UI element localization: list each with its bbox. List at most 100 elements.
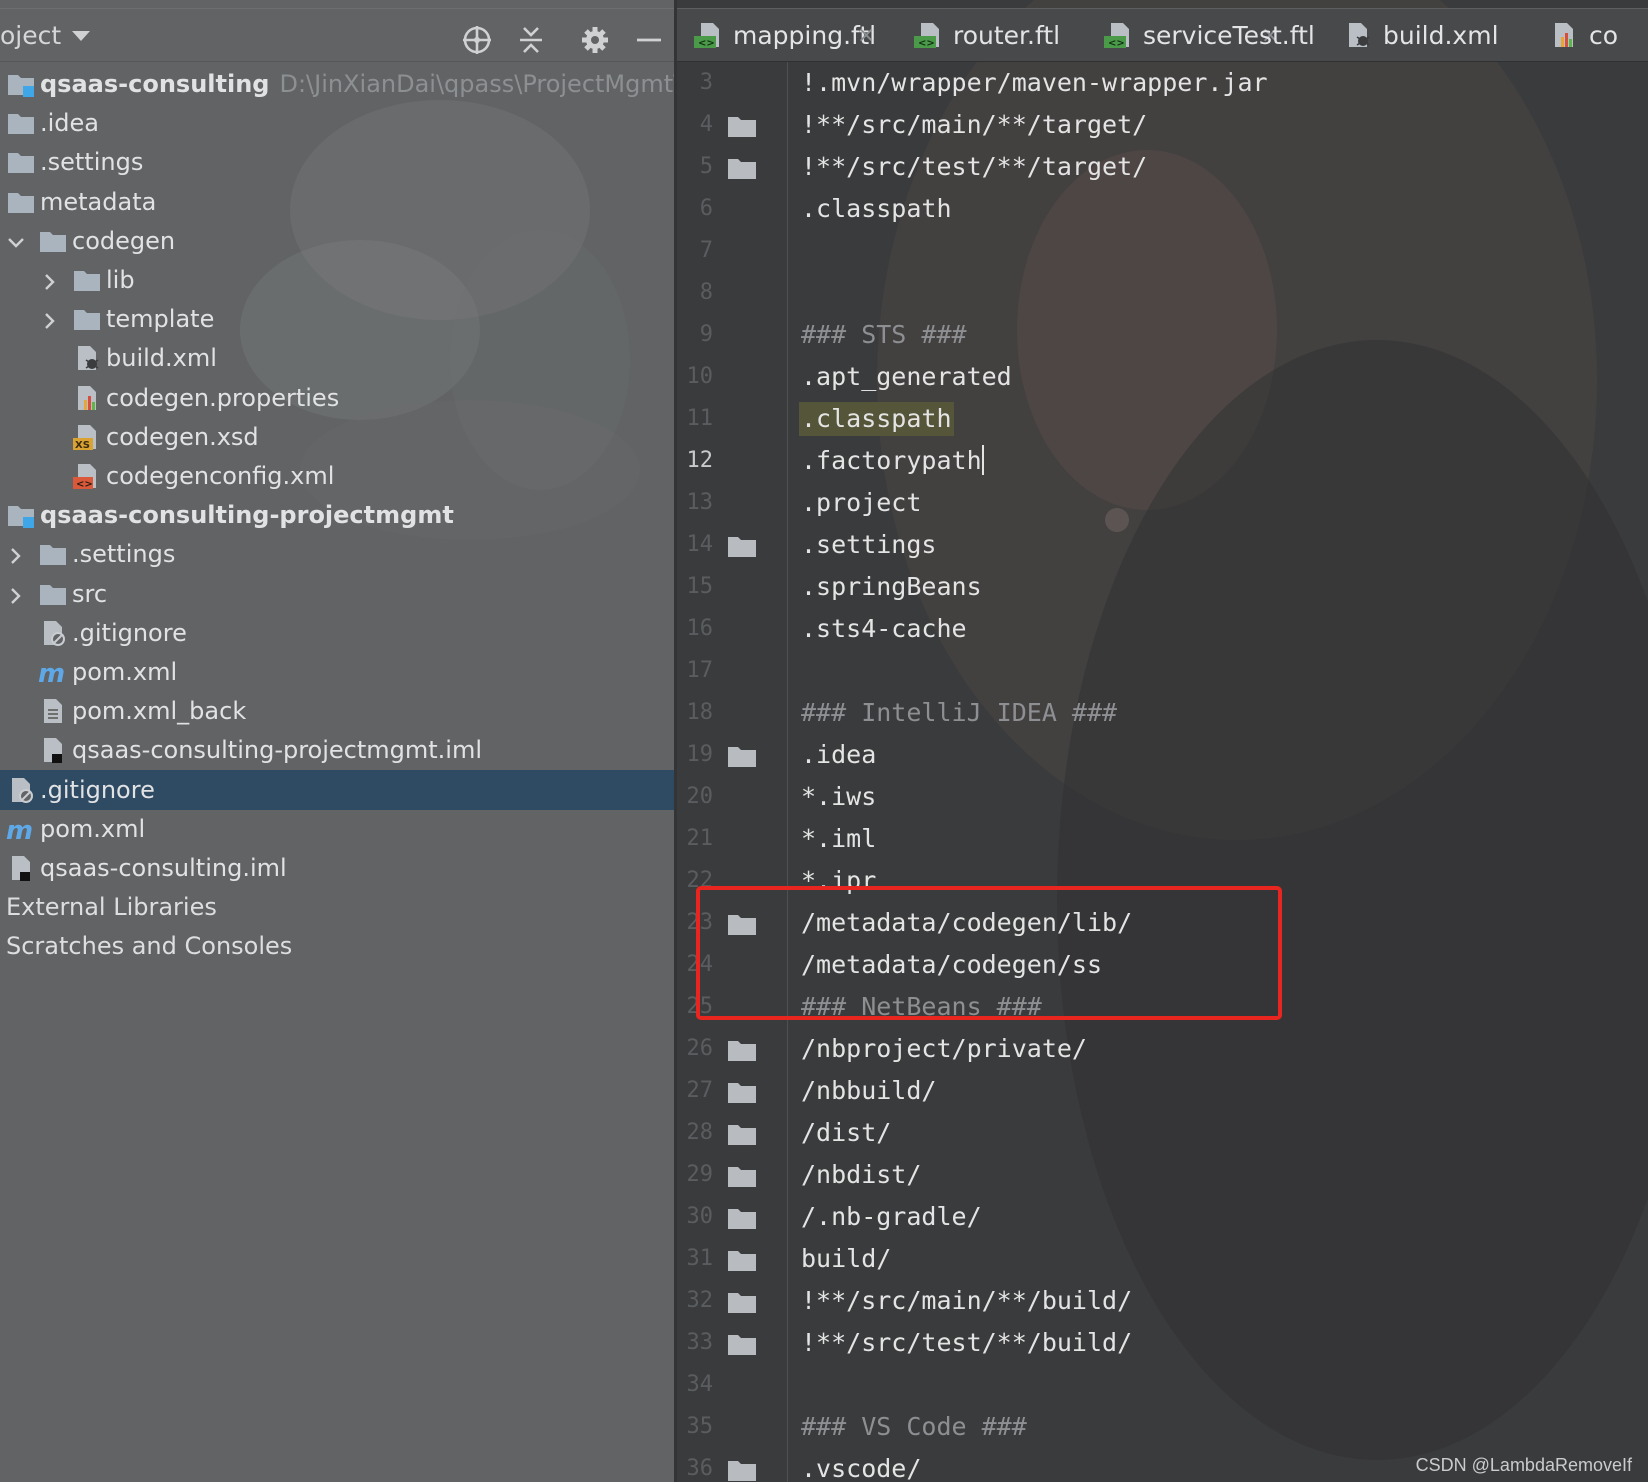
code-text: !**/src/test/**/build/ <box>801 1326 1132 1360</box>
code-line[interactable]: 10 .apt_generated <box>677 356 1648 398</box>
code-line[interactable]: 22 *.ipr <box>677 860 1648 902</box>
tree-item[interactable]: XS codegen.xsd <box>0 417 674 457</box>
tree-item[interactable]: template <box>0 299 674 339</box>
tree-item-text: qsaas-consulting <box>40 70 270 98</box>
code-line[interactable]: 15 .springBeans <box>677 566 1648 608</box>
tree-item[interactable]: <> codegenconfig.xml <box>0 456 674 496</box>
line-number: 32 <box>686 1288 714 1313</box>
collapse-all-icon[interactable] <box>514 23 548 57</box>
code-line[interactable]: 25 ### NetBeans ### <box>677 986 1648 1028</box>
code-line[interactable]: 33 !**/src/test/**/build/ <box>677 1322 1648 1364</box>
code-line[interactable]: 24/metadata/codegen/ss <box>677 944 1648 986</box>
tree-item[interactable]: qsaas-consulting-projectmgmt <box>0 495 674 535</box>
tree-item[interactable]: lib <box>0 260 674 300</box>
project-tool-window: oject qsaas-consulting D:\JinXianDai\qpas… <box>0 0 674 1482</box>
line-number: 11 <box>686 406 714 431</box>
code-line[interactable]: 13 .project <box>677 482 1648 524</box>
tree-item[interactable]: pom.xml_back <box>0 691 674 731</box>
code-line[interactable]: 18 ### IntelliJ IDEA ### <box>677 692 1648 734</box>
minimize-icon[interactable] <box>632 23 666 57</box>
code-line[interactable]: 3 !.mvn/wrapper/maven-wrapper.jar <box>677 62 1648 104</box>
code-line[interactable]: 35 ### VS Code ### <box>677 1406 1648 1448</box>
code-line[interactable]: 14 .settings <box>677 524 1648 566</box>
tree-item[interactable]: qsaas-consulting.iml <box>0 848 674 888</box>
tree-item[interactable]: .settings <box>0 142 674 182</box>
xsd-file-icon: XS <box>72 423 102 451</box>
tree-item[interactable]: codegen.properties <box>0 378 674 418</box>
line-number: 16 <box>686 616 714 641</box>
tree-item[interactable]: External Libraries <box>0 887 674 927</box>
code-text: ### NetBeans ### <box>801 990 1042 1024</box>
tree-item[interactable]: .gitignore <box>0 613 674 653</box>
code-line[interactable]: 5 !**/src/test/**/target/ <box>677 146 1648 188</box>
tree-item[interactable]: Scratches and Consoles <box>0 926 674 966</box>
tree-item[interactable]: .gitignore <box>0 769 674 810</box>
ftl-file-icon: <> <box>913 21 943 51</box>
code-line[interactable]: 19 .idea <box>677 734 1648 776</box>
folder-icon <box>6 109 36 137</box>
tree-item[interactable]: build.xml <box>0 338 674 378</box>
code-line[interactable]: 20 *.iws <box>677 776 1648 818</box>
code-line[interactable]: 8 <box>677 272 1648 314</box>
tree-item-text: template <box>106 305 215 334</box>
chevron-down-icon[interactable] <box>6 231 26 251</box>
code-text: ### IntelliJ IDEA ### <box>801 696 1117 730</box>
code-text: .classpath <box>799 402 954 436</box>
code-line[interactable]: 29/nbdist/ <box>677 1154 1648 1196</box>
close-tab-icon[interactable]: × <box>857 23 875 48</box>
tree-item[interactable]: m pom.xml <box>0 652 674 692</box>
code-line[interactable]: 28/dist/ <box>677 1112 1648 1154</box>
gitignore-file-icon <box>6 776 36 804</box>
folder-icon <box>727 1458 757 1482</box>
tree-item[interactable]: src <box>0 574 674 614</box>
tree-item[interactable]: metadata <box>0 182 674 222</box>
folder-icon <box>6 148 36 176</box>
tree-item[interactable]: codegen <box>0 221 674 261</box>
code-text-content: !**/src/test/**/target/ <box>801 152 1148 181</box>
tree-item[interactable]: qsaas-consulting D:\JinXianDai\qpass\Proj… <box>0 64 674 104</box>
tree-item[interactable]: .settings <box>0 534 674 574</box>
line-number: 21 <box>686 826 714 851</box>
chevron-right-icon[interactable] <box>6 584 26 604</box>
code-line[interactable]: 4 !**/src/main/**/target/ <box>677 104 1648 146</box>
tree-item-label: metadata <box>40 188 156 216</box>
code-text-content: .springBeans <box>801 572 982 601</box>
code-line[interactable]: 16 .sts4-cache <box>677 608 1648 650</box>
dropdown-arrow-icon[interactable] <box>72 31 90 41</box>
code-text-content: ### NetBeans ### <box>801 992 1042 1021</box>
tree-item[interactable]: qsaas-consulting-projectmgmt.iml <box>0 730 674 770</box>
code-text: .vscode/ <box>801 1452 921 1482</box>
chevron-right-icon[interactable] <box>40 309 60 330</box>
code-line[interactable]: 26/nbproject/private/ <box>677 1028 1648 1070</box>
code-line[interactable]: 23/metadata/codegen/lib/ <box>677 902 1648 944</box>
code-line[interactable]: 7 <box>677 230 1648 272</box>
chevron-right-icon[interactable] <box>40 270 60 290</box>
tree-item-text: pom.xml <box>40 814 146 843</box>
code-text: /dist/ <box>801 1116 891 1150</box>
code-line[interactable]: 27/nbbuild/ <box>677 1070 1648 1112</box>
tree-item[interactable]: m pom.xml <box>0 809 674 849</box>
chevron-right-icon[interactable] <box>6 544 26 565</box>
gitignore-file-icon <box>38 619 68 647</box>
line-number: 19 <box>686 742 714 767</box>
code-line[interactable]: 34 <box>677 1364 1648 1406</box>
code-line[interactable]: 12 .factorypath <box>677 440 1648 482</box>
code-line[interactable]: 31 build/ <box>677 1238 1648 1280</box>
text-file-icon <box>38 697 68 725</box>
code-line[interactable]: 6 .classpath <box>677 188 1648 230</box>
code-line[interactable]: 21 *.iml <box>677 818 1648 860</box>
code-line[interactable]: 30 /.nb-gradle/ <box>677 1196 1648 1238</box>
code-line[interactable]: 9 ### STS ### <box>677 314 1648 356</box>
tree-item[interactable]: .idea <box>0 103 674 143</box>
code-text-content: /nbproject/private/ <box>801 1034 1087 1063</box>
code-text: !**/src/main/**/target/ <box>801 108 1147 142</box>
code-line[interactable]: 11 .classpath <box>677 398 1648 440</box>
code-line[interactable]: 32 !**/src/main/**/build/ <box>677 1280 1648 1322</box>
code-line[interactable]: 17 <box>677 650 1648 692</box>
gear-icon[interactable] <box>578 23 612 57</box>
line-number: 14 <box>686 532 714 557</box>
tree-item-label: .gitignore <box>72 619 187 647</box>
code-text-content: !**/src/main/**/target/ <box>801 110 1148 139</box>
project-view-selector[interactable]: oject <box>0 21 61 50</box>
locate-icon[interactable] <box>460 23 494 57</box>
